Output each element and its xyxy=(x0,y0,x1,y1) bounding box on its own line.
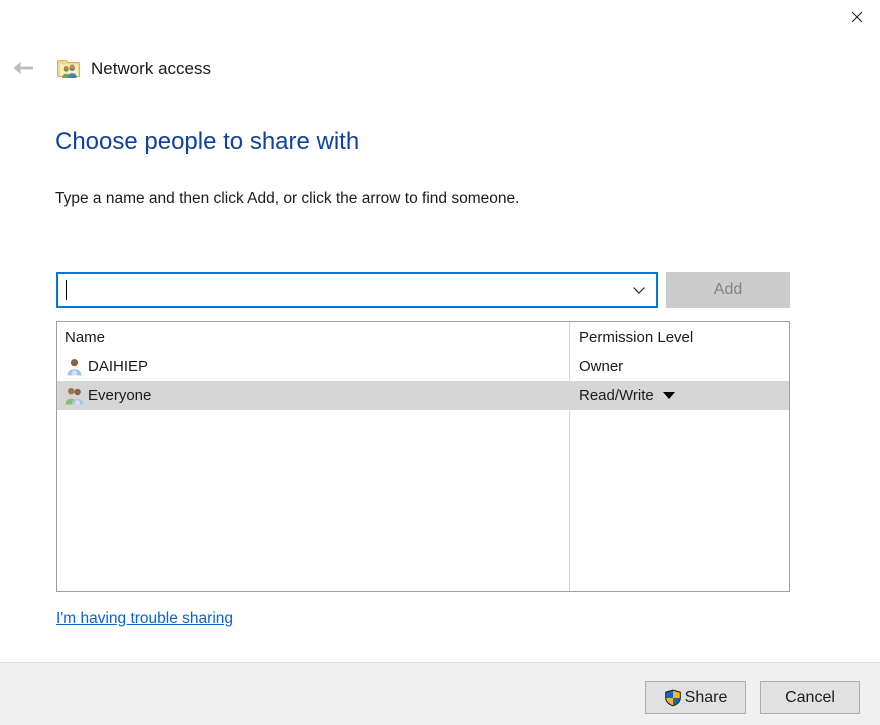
table-row[interactable]: Everyone Read/Write xyxy=(57,381,789,410)
cancel-button-label: Cancel xyxy=(785,688,835,706)
trouble-sharing-link[interactable]: I'm having trouble sharing xyxy=(56,610,233,628)
uac-shield-icon xyxy=(664,689,681,706)
row-permission-text: Read/Write xyxy=(579,387,654,404)
share-button[interactable]: Share xyxy=(645,681,746,714)
back-arrow-icon xyxy=(13,62,33,74)
dialog-footer: Share Cancel xyxy=(0,662,880,725)
back-button[interactable] xyxy=(4,53,42,83)
row-name-text: Everyone xyxy=(88,387,152,404)
share-button-label: Share xyxy=(684,688,728,706)
content-heading: Choose people to share with xyxy=(55,128,360,155)
row-permission-cell: Owner xyxy=(570,358,789,375)
column-header-permission: Permission Level xyxy=(579,328,694,346)
list-header-row: Name Permission Level xyxy=(57,322,789,352)
chevron-down-icon[interactable] xyxy=(622,273,656,307)
table-row[interactable]: DAIHIEP Owner xyxy=(57,352,789,381)
column-header-name: Name xyxy=(65,328,106,346)
cancel-button[interactable]: Cancel xyxy=(760,681,860,714)
close-icon xyxy=(851,11,863,23)
row-name-cell: Everyone xyxy=(57,386,570,405)
dialog-header: Network access xyxy=(0,52,211,84)
row-name-cell: DAIHIEP xyxy=(57,357,570,376)
share-list[interactable]: Name Permission Level DAIHIEP Owner Ever… xyxy=(56,321,790,592)
close-button[interactable] xyxy=(834,0,880,34)
name-combo-box[interactable] xyxy=(56,272,658,308)
add-button[interactable]: Add xyxy=(666,272,790,308)
page-title: Network access xyxy=(91,58,211,78)
single-user-icon xyxy=(65,357,84,376)
content-subtext: Type a name and then click Add, or click… xyxy=(55,190,520,207)
group-users-icon xyxy=(65,386,84,405)
shared-folder-people-icon xyxy=(57,56,81,80)
name-entry-row: Add xyxy=(56,272,790,308)
text-caret xyxy=(66,280,67,300)
row-name-text: DAIHIEP xyxy=(88,358,149,375)
row-permission-cell[interactable]: Read/Write xyxy=(570,387,789,404)
permission-dropdown-icon[interactable] xyxy=(662,392,675,399)
title-bar xyxy=(0,0,880,36)
row-permission-text: Owner xyxy=(579,358,624,375)
